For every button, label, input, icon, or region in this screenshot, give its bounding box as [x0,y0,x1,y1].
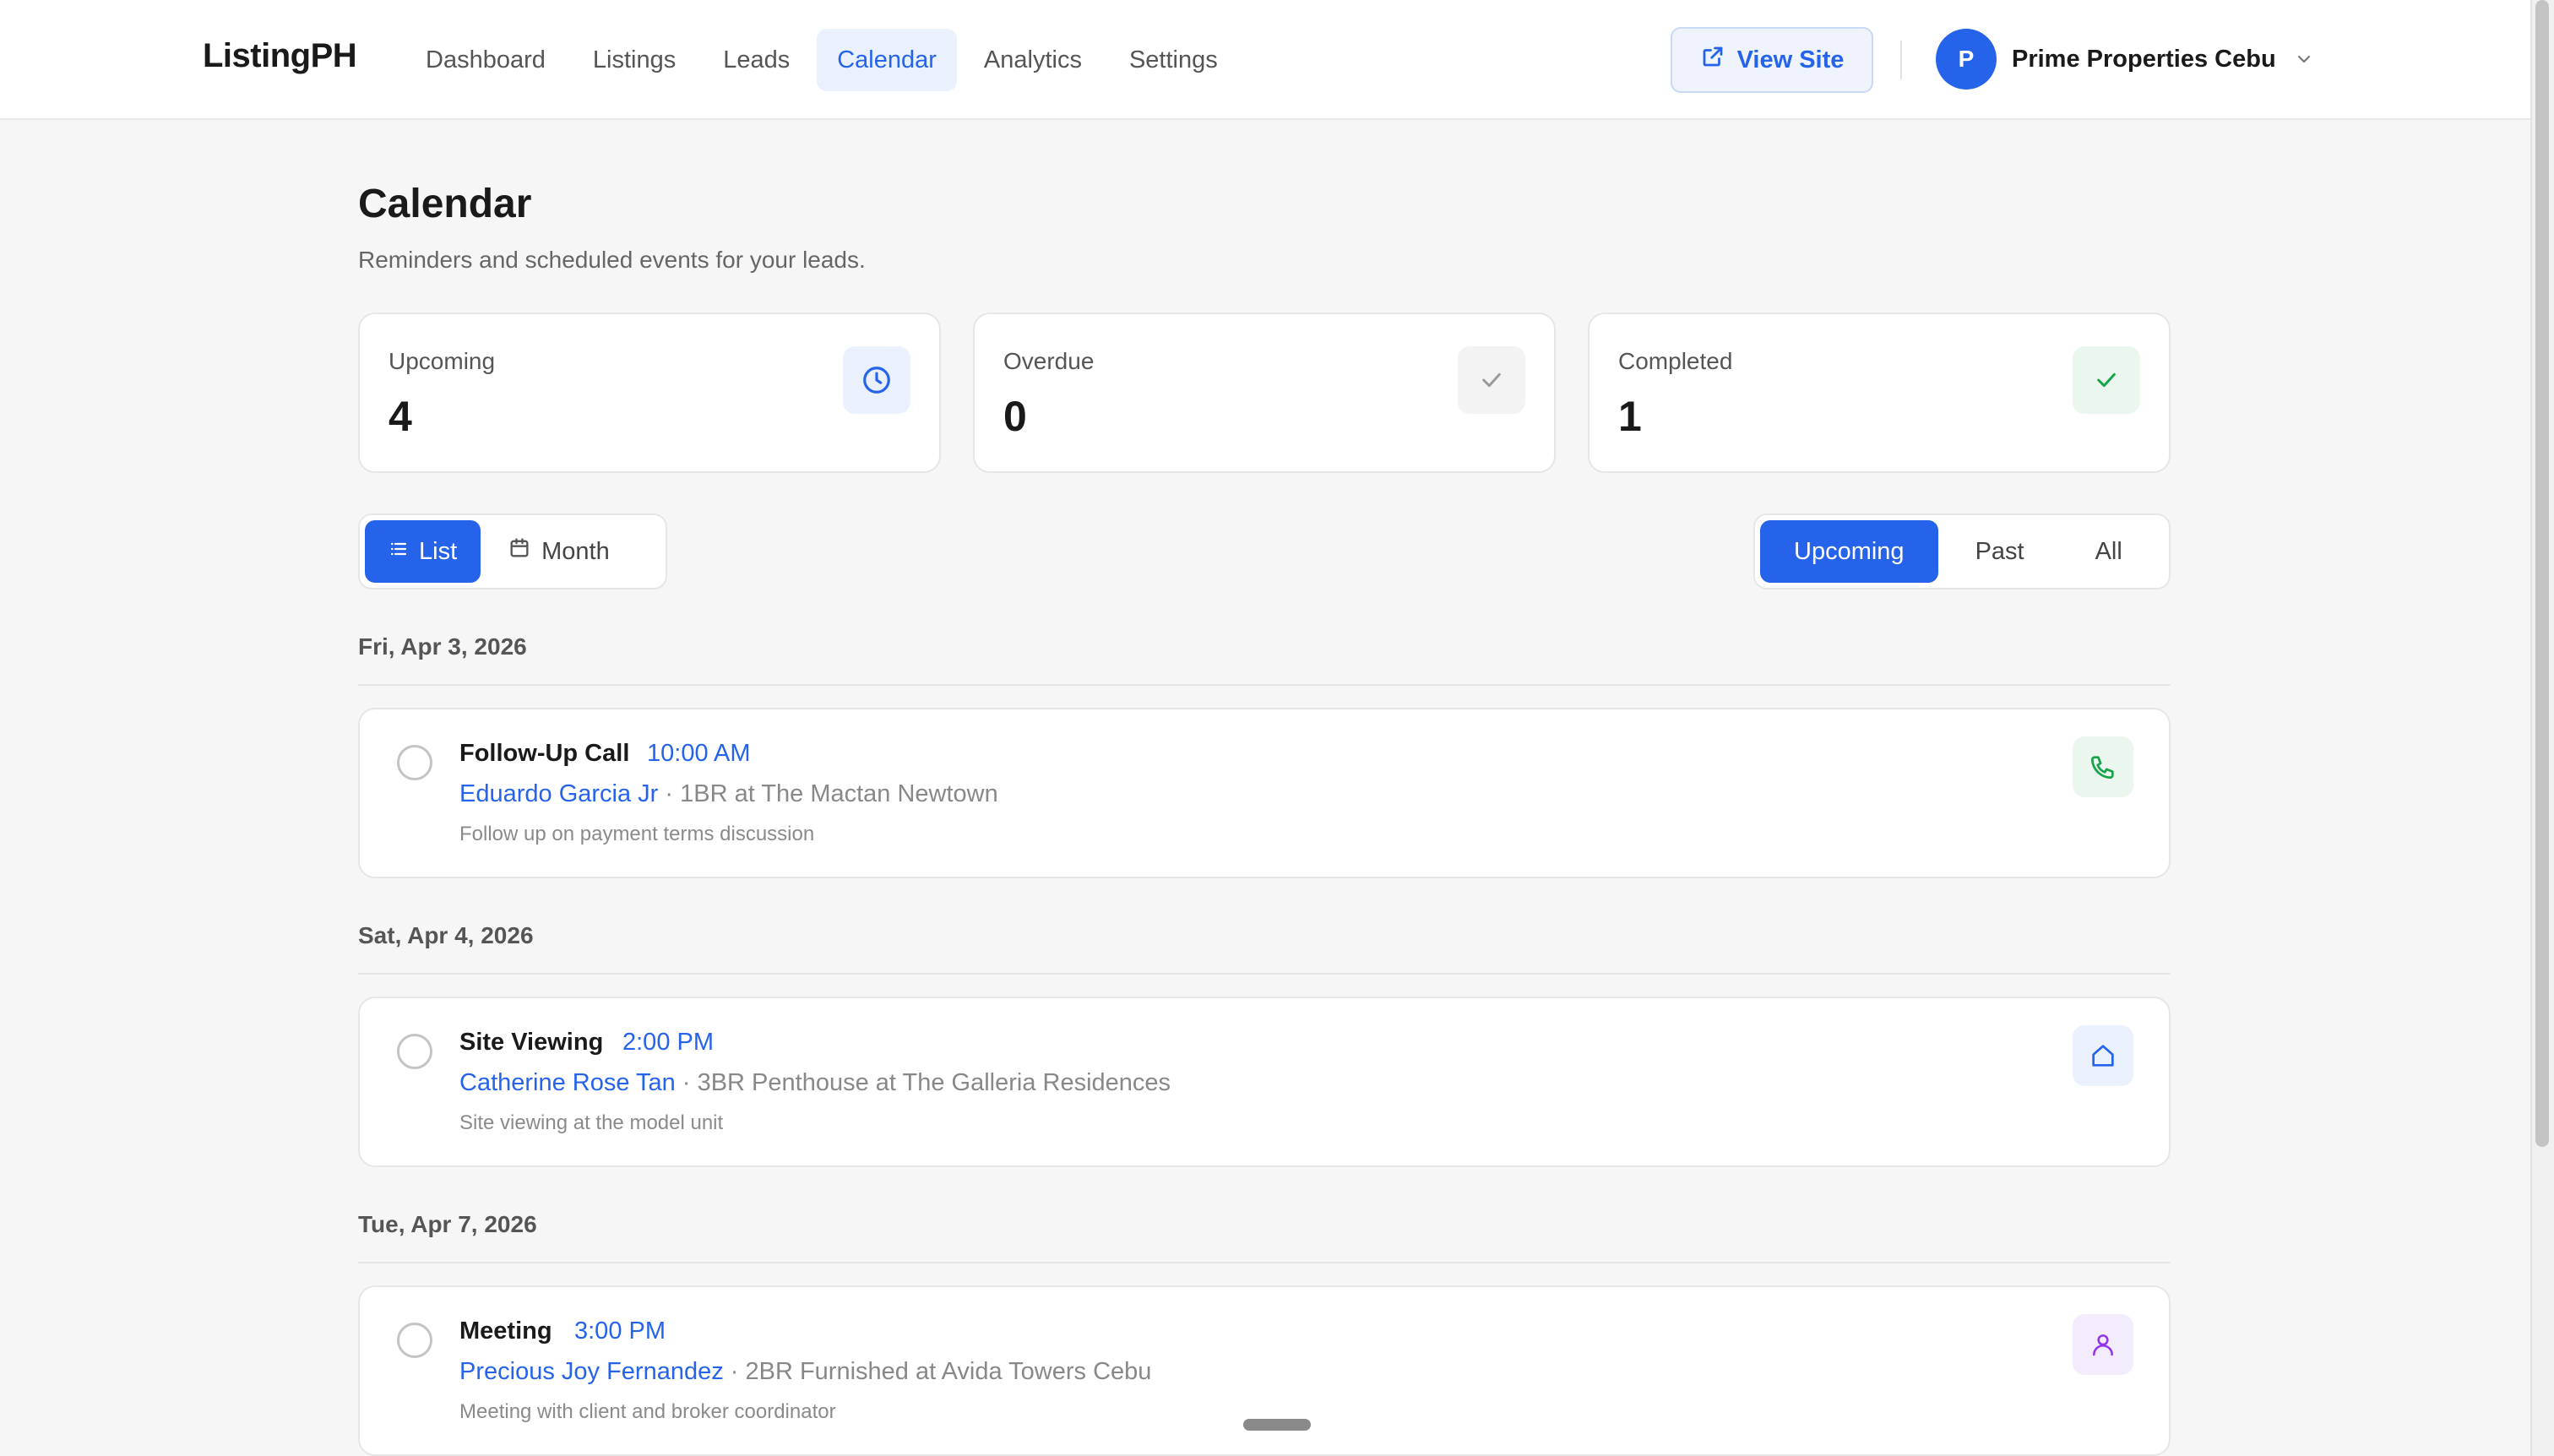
event-lead-line: Catherine Rose Tan · 3BR Penthouse at Th… [459,1069,1171,1097]
complete-checkbox[interactable] [397,1323,432,1358]
stat-value: 4 [389,393,412,440]
list-view-label: List [419,537,458,565]
event-title: Meeting [459,1317,552,1345]
event-title: Follow-Up Call [459,740,630,767]
month-view-label: Month [541,537,610,565]
list-view-button[interactable]: List [365,520,481,583]
avatar: P [1936,29,1997,90]
filter-past-button[interactable]: Past [1942,520,2058,583]
header-divider [1900,41,1902,79]
stat-label: Overdue [1003,348,1095,374]
page-title: Calendar [358,182,532,226]
nav-leads[interactable]: Leads [703,29,810,91]
date-divider [358,684,2171,686]
listing-text: · 3BR Penthouse at The Galleria Residenc… [675,1069,1171,1096]
view-site-label: View Site [1736,46,1845,73]
clock-icon [843,346,910,414]
top-navbar: ListingPH Dashboard Listings Leads Calen… [0,0,2530,120]
event-card[interactable]: Follow-Up Call 10:00 AM Eduardo Garcia J… [358,708,2171,878]
event-card[interactable]: Site Viewing 2:00 PM Catherine Rose Tan … [358,997,2171,1167]
nav-listings[interactable]: Listings [573,29,696,91]
filter-upcoming-button[interactable]: Upcoming [1760,520,1938,583]
stat-label: Completed [1618,348,1733,374]
person-icon [2073,1314,2133,1375]
listing-text: · 2BR Furnished at Avida Towers Cebu [723,1358,1152,1385]
listing-text: · 1BR at The Mactan Newtown [658,780,998,807]
account-menu[interactable]: P Prime Properties Cebu [1936,29,2317,90]
stat-label: Upcoming [389,348,496,374]
event-note: Site viewing at the model unit [459,1111,724,1134]
date-heading: Fri, Apr 3, 2026 [358,633,527,660]
date-divider [358,1262,2171,1263]
calendar-icon [508,536,531,567]
event-lead-line: Precious Joy Fernandez · 2BR Furnished a… [459,1358,1151,1386]
time-filter-toggle: Upcoming Past All [1753,513,2171,589]
complete-checkbox[interactable] [397,1034,432,1069]
month-view-button[interactable]: Month [484,520,633,583]
list-icon [389,538,409,566]
event-lead-line: Eduardo Garcia Jr · 1BR at The Mactan Ne… [459,780,998,808]
stat-card-overdue: Overdue 0 [973,312,1556,473]
stat-value: 1 [1618,393,1642,440]
event-time: 10:00 AM [647,740,751,767]
scrollbar-thumb[interactable] [2535,0,2549,1147]
lead-link[interactable]: Catherine Rose Tan [459,1069,676,1096]
lead-link[interactable]: Eduardo Garcia Jr [459,780,658,807]
date-heading: Tue, Apr 7, 2026 [358,1211,537,1237]
view-toggle: List Month [358,513,667,589]
brand-logo[interactable]: ListingPH [203,37,357,75]
stat-card-completed: Completed 1 [1588,312,2171,473]
account-name: Prime Properties Cebu [2012,45,2276,73]
nav-analytics[interactable]: Analytics [964,29,1102,91]
nav-calendar[interactable]: Calendar [817,29,957,91]
view-site-button[interactable]: View Site [1671,27,1873,93]
nav-dashboard[interactable]: Dashboard [405,29,566,91]
check-icon [2073,346,2140,414]
main-nav: Dashboard Listings Leads Calendar Analyt… [405,29,1238,91]
home-indicator [1243,1419,1311,1431]
filter-all-button[interactable]: All [2062,520,2156,583]
event-note: Meeting with client and broker coordinat… [459,1400,836,1423]
check-icon [1458,346,1525,414]
home-icon [2073,1025,2133,1086]
event-time: 3:00 PM [574,1317,666,1345]
page-subtitle: Reminders and scheduled events for your … [358,247,866,273]
stat-value: 0 [1003,393,1027,440]
stat-card-upcoming: Upcoming 4 [358,312,941,473]
event-note: Follow up on payment terms discussion [459,823,815,845]
date-divider [358,973,2171,975]
lead-link[interactable]: Precious Joy Fernandez [459,1358,724,1385]
chevron-down-icon [2291,46,2317,72]
external-link-icon [1700,44,1725,76]
complete-checkbox[interactable] [397,745,432,780]
phone-icon [2073,736,2133,797]
date-heading: Sat, Apr 4, 2026 [358,922,534,948]
nav-settings[interactable]: Settings [1109,29,1238,91]
event-title: Site Viewing [459,1029,604,1056]
event-time: 2:00 PM [622,1029,714,1056]
